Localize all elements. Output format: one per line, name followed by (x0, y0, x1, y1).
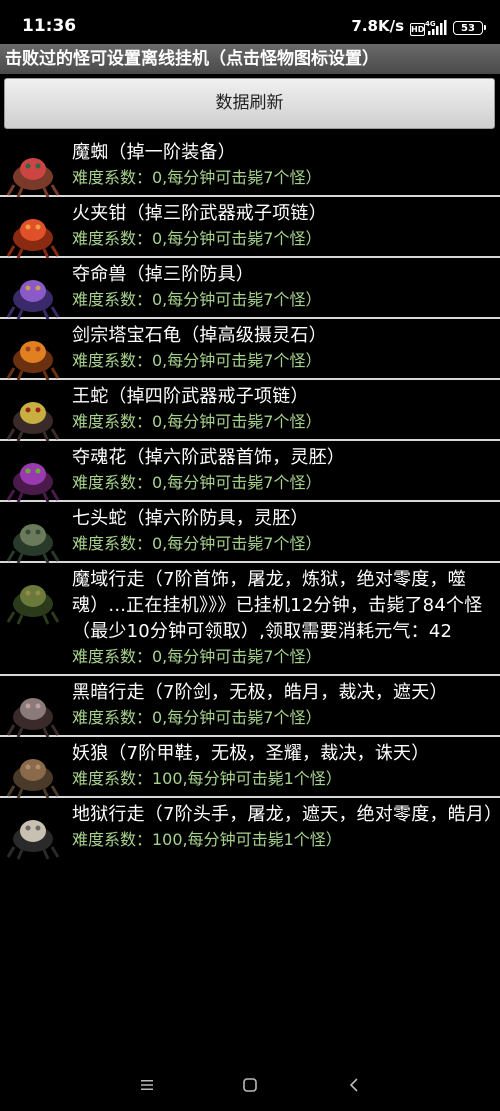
hydra-icon[interactable] (2, 507, 64, 565)
monster-name: 王蛇（掉四阶武器戒子项链） (72, 386, 309, 407)
network-speed: 7.8K/s (351, 17, 404, 35)
king-snake-icon[interactable] (2, 385, 64, 443)
page-title: 击败过的怪可设置离线挂机（点击怪物图标设置） (0, 44, 500, 74)
fire-crab-icon[interactable] (2, 202, 64, 260)
monster-difficulty: 难度系数：0,每分钟可击毙7个怪） (72, 412, 322, 431)
back-icon[interactable] (339, 1070, 369, 1100)
monster-difficulty: 难度系数：100,每分钟可击毙1个怪） (72, 769, 342, 788)
monster-name: 剑宗塔宝石龟（掉高级摄灵石） (72, 325, 327, 346)
monster-row[interactable]: 剑宗塔宝石龟（掉高级摄灵石） 难度系数：0,每分钟可击毙7个怪） (0, 319, 500, 382)
monster-difficulty: 难度系数：0,每分钟可击毙7个怪） (72, 708, 322, 727)
status-bar: 11:36 7.8K/s HD 4G 53 (0, 0, 500, 44)
monster-difficulty: 难度系数：0,每分钟可击毙7个怪） (72, 473, 322, 492)
monster-difficulty: 难度系数：0,每分钟可击毙7个怪） (72, 351, 322, 370)
hd-badge: HD (410, 23, 425, 36)
gem-turtle-icon[interactable] (2, 324, 64, 382)
home-icon[interactable] (235, 1070, 265, 1100)
monster-difficulty: 难度系数：0,每分钟可击毙7个怪） (72, 534, 322, 553)
monster-name: 七头蛇（掉六阶防具，灵胚） (72, 508, 309, 529)
refresh-data-button[interactable]: 数据刷新 (4, 78, 495, 129)
monster-row[interactable]: 夺魂花（掉六阶武器首饰，灵胚） 难度系数：0,每分钟可击毙7个怪） (0, 441, 500, 504)
network-type: 4G (425, 20, 436, 28)
navigation-bar (0, 1060, 500, 1111)
signal-icon: 4G (425, 20, 447, 35)
monster-name: 夺命兽（掉三阶防具） (72, 264, 254, 285)
monster-difficulty: 难度系数：0,每分钟可击毙7个怪） (72, 229, 322, 248)
monster-name: 黑暗行走（7阶剑，无极，皓月，裁决，遮天） (72, 682, 448, 703)
battery-icon: 53 (453, 21, 486, 35)
monster-row[interactable]: 黑暗行走（7阶剑，无极，皓月，裁决，遮天） 难度系数：0,每分钟可击毙7个怪） (0, 676, 500, 739)
monster-name: 夺魂花（掉六阶武器首饰，灵胚） (72, 447, 345, 468)
monster-name: 魔域行走（7阶首饰，屠龙，炼狱，绝对零度，噬魂）...正在挂机》》》已挂机12分… (72, 569, 483, 642)
beast-monster-icon[interactable] (2, 263, 64, 321)
monster-row[interactable]: 魔域行走（7阶首饰，屠龙，炼狱，绝对零度，噬魂）...正在挂机》》》已挂机12分… (0, 563, 500, 676)
monster-row[interactable]: 王蛇（掉四阶武器戒子项链） 难度系数：0,每分钟可击毙7个怪） (0, 380, 500, 443)
monster-list: 魔蜘（掉一阶装备） 难度系数：0,每分钟可击毙7个怪） 火夹钳（掉三阶武器戒子项链）… (0, 136, 500, 860)
demon-wolf-icon[interactable] (2, 742, 64, 800)
menu-icon[interactable] (132, 1070, 162, 1100)
monster-difficulty: 难度系数：0,每分钟可击毙7个怪） (72, 647, 322, 666)
monster-row[interactable]: 魔蜘（掉一阶装备） 难度系数：0,每分钟可击毙7个怪） (0, 136, 500, 199)
monster-row[interactable]: 七头蛇（掉六阶防具，灵胚） 难度系数：0,每分钟可击毙7个怪） (0, 502, 500, 565)
dark-walker-icon[interactable] (2, 681, 64, 739)
monster-row[interactable]: 地狱行走（7阶头手，屠龙，遮天，绝对零度，皓月） 难度系数：100,每分钟可击毙1… (0, 798, 500, 860)
spider-monster-icon[interactable] (2, 141, 64, 199)
monster-row[interactable]: 夺命兽（掉三阶防具） 难度系数：0,每分钟可击毙7个怪） (0, 258, 500, 321)
monster-name: 地狱行走（7阶头手，屠龙，遮天，绝对零度，皓月） (72, 804, 500, 825)
monster-difficulty: 难度系数：0,每分钟可击毙7个怪） (72, 168, 322, 187)
status-time: 11:36 (22, 16, 77, 36)
monster-row[interactable]: 火夹钳（掉三阶武器戒子项链） 难度系数：0,每分钟可击毙7个怪） (0, 197, 500, 260)
monster-name: 魔蜘（掉一阶装备） (72, 142, 236, 163)
monster-difficulty: 难度系数：0,每分钟可击毙7个怪） (72, 290, 322, 309)
demon-walker-icon[interactable] (2, 568, 64, 626)
hell-walker-icon[interactable] (2, 803, 64, 861)
monster-difficulty: 难度系数：100,每分钟可击毙1个怪） (72, 830, 342, 849)
monster-name: 火夹钳（掉三阶武器戒子项链） (72, 203, 327, 224)
monster-name: 妖狼（7阶甲鞋，无极，圣耀，裁决，诛天） (72, 743, 430, 764)
monster-row[interactable]: 妖狼（7阶甲鞋，无极，圣耀，裁决，诛天） 难度系数：100,每分钟可击毙1个怪） (0, 737, 500, 800)
soul-flower-icon[interactable] (2, 446, 64, 504)
